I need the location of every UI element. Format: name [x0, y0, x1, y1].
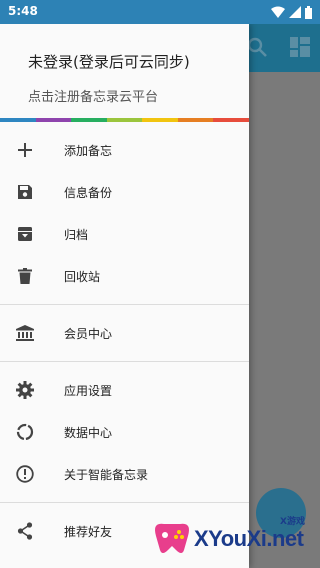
menu-label: 推荐好友	[64, 524, 113, 539]
share-icon	[15, 521, 35, 541]
signal-icon	[289, 6, 301, 18]
data-ring-icon	[15, 422, 35, 442]
menu-item-app-settings[interactable]: 应用设置	[0, 369, 249, 411]
status-time: 5:48	[8, 4, 38, 18]
save-icon	[15, 182, 35, 202]
menu-label: 添加备忘	[64, 143, 113, 158]
watermark-brand: XYouXi.net	[194, 526, 304, 551]
menu-item-data-center[interactable]: 数据中心	[0, 411, 249, 453]
register-prompt[interactable]: 点击注册备忘录云平台	[28, 86, 158, 105]
info-icon	[15, 464, 35, 484]
menu-group-member: 会员中心	[0, 305, 249, 361]
menu-label: 会员中心	[64, 326, 113, 341]
plus-icon	[15, 140, 35, 160]
login-status-title[interactable]: 未登录(登录后可云同步)	[28, 51, 190, 72]
menu-group-notes: 添加备忘 信息备份 归档 回收站	[0, 122, 249, 304]
menu-group-app: 应用设置 数据中心 关于智能备忘录	[0, 362, 249, 502]
gamepad-logo-icon	[155, 523, 189, 553]
status-icons	[271, 5, 312, 19]
menu-item-archive[interactable]: 归档	[0, 213, 249, 255]
trash-icon	[15, 266, 35, 286]
menu-item-about[interactable]: 关于智能备忘录	[0, 453, 249, 495]
menu-item-recycle-bin[interactable]: 回收站	[0, 255, 249, 297]
gear-icon	[15, 380, 35, 400]
dashboard-icon[interactable]	[290, 37, 310, 57]
watermark-tag: X游戏	[280, 517, 305, 527]
menu-label: 回收站	[64, 269, 101, 284]
menu-item-member-center[interactable]: 会员中心	[0, 312, 249, 354]
menu-item-add-memo[interactable]: 添加备忘	[0, 129, 249, 171]
menu-label: 数据中心	[64, 425, 113, 440]
menu-label: 应用设置	[64, 383, 113, 398]
battery-icon	[305, 5, 312, 19]
menu-item-backup[interactable]: 信息备份	[0, 171, 249, 213]
search-icon[interactable]	[246, 36, 268, 58]
status-bar: 5:48	[0, 0, 320, 24]
archive-icon	[15, 224, 35, 244]
bank-icon	[15, 323, 35, 343]
menu-label: 信息备份	[64, 185, 113, 200]
navigation-drawer: 未登录(登录后可云同步) 点击注册备忘录云平台 添加备忘 信息备份 归档 回收站…	[0, 24, 250, 568]
watermark: XYouXi.net X游戏	[148, 512, 320, 568]
wifi-icon	[271, 6, 285, 18]
menu-label: 归档	[64, 227, 89, 242]
drawer-header[interactable]: 未登录(登录后可云同步) 点击注册备忘录云平台	[0, 24, 249, 118]
menu-label: 关于智能备忘录	[64, 467, 149, 482]
